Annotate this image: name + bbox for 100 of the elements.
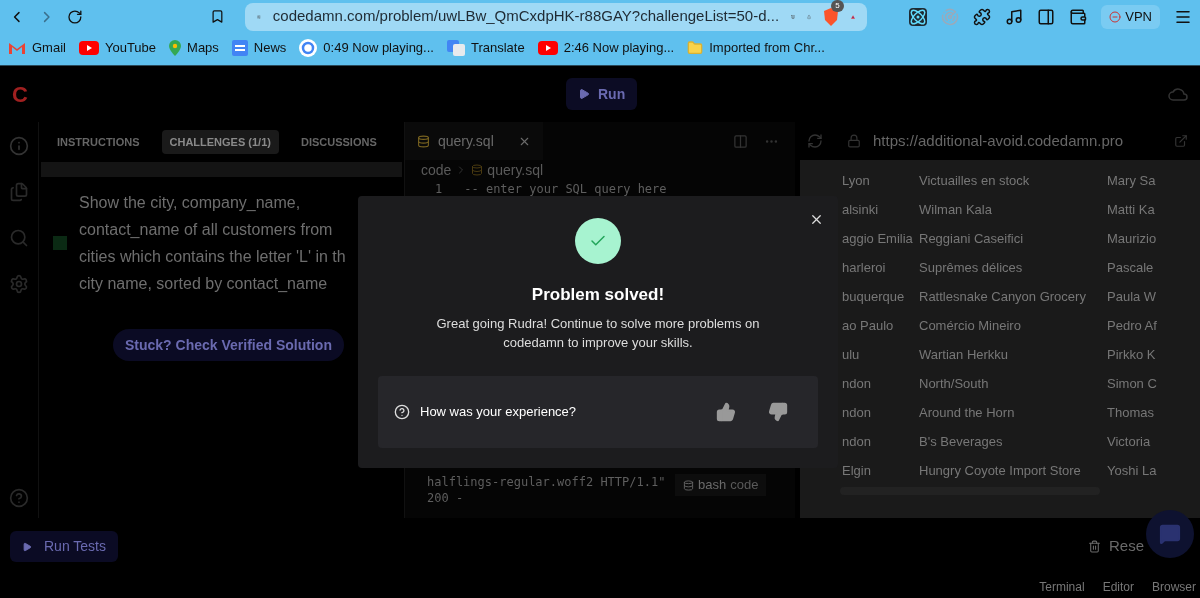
refresh-icon[interactable] [807,133,823,149]
play-icon [22,541,32,552]
table-cell-text: Simon C [1107,374,1157,393]
open-external-icon[interactable] [1174,134,1188,148]
dialog-message: Great going Rudra! Continue to solve more problems on codedamn to improve your skills. [435,314,761,352]
bookmark-item[interactable]: 2:46 Now playing... [537,37,675,58]
footer-tab[interactable]: Browser [1152,577,1196,596]
table-cell-text: Paula W [1107,287,1157,306]
table-cell-text: Yoshi La [1107,461,1157,480]
sidebar-icon[interactable] [1037,7,1056,26]
search-icon[interactable] [9,228,29,248]
table-cell: ndon [842,375,871,391]
help-icon[interactable] [9,488,29,508]
file-tab[interactable]: query.sql [405,122,543,160]
thumbs-up-icon[interactable] [716,401,736,422]
trash-icon [1087,540,1101,553]
cloud-icon[interactable] [1168,87,1188,101]
panel-tab[interactable]: CHALLENGES (1/1) [161,129,279,155]
bookmark-item[interactable]: Maps [169,37,219,58]
help-icon [394,403,410,420]
table-cell: aggio Emilia [842,230,913,246]
bookmark-item[interactable]: Translate [446,37,525,58]
block-icon [1109,10,1122,23]
code-line: -- enter your SQL query here [464,181,667,198]
atom-icon[interactable] [909,7,928,26]
table-cell: Hungry Coyote Import Store [919,462,1081,478]
wallet-icon[interactable] [1069,7,1088,26]
bookmark-item[interactable]: Gmail [8,37,66,58]
bookmark-item[interactable]: 0:49 Now playing... [299,37,434,58]
folder-label: code [730,476,759,495]
logo: C [12,80,29,109]
dialog-title: Problem solved! [531,284,665,306]
folder-icon [687,39,704,56]
footer-tab[interactable]: Editor [1102,577,1134,596]
table-cell: Lyon [842,172,870,188]
address-bar[interactable]: codedamn.com/problem/uwLBw_QmCxdpHK-r88GAY?challengeList=50-d... 5 [245,2,868,31]
table-cell: Victuailles en stock [919,172,1030,188]
table-cell: Comércio Mineiro [919,317,1021,333]
chat-icon [1159,523,1181,545]
success-check-icon [575,218,621,264]
table-cell: Wartian Herkku [919,346,1009,362]
terminal-line: halflings-regular.woff2 HTTP/1.1" [427,474,667,490]
panel-tab[interactable]: DISCUSSIONS [292,129,385,155]
table-cell: alsinki [842,201,879,217]
reset-button[interactable]: Rese [1087,535,1144,558]
database-icon [471,164,484,176]
url-text: codedamn.com/problem/uwLBw_QmCxdpHK-r88GAY?challengeList=50-d... [272,6,780,27]
shell-tab[interactable]: bash code [675,474,767,496]
table-cell: ao Paulo [842,317,894,333]
table-cell: Rattlesnake Canyon Grocery [919,288,1086,304]
files-icon[interactable] [9,182,29,202]
table-cell: Reggiani Caseifici [919,230,1024,246]
music-icon[interactable] [1005,7,1024,26]
database-icon [417,134,430,148]
run-tests-button[interactable]: Run Tests [10,531,118,562]
table-cell: Suprêmes délices [919,259,1023,275]
footer-tab[interactable]: Terminal [1039,577,1085,596]
table-cell-text: Pedro Af [1107,316,1157,335]
puzzle-icon[interactable] [973,7,992,26]
bookmark-item[interactable]: Imported from Chr... [687,37,825,58]
close-icon[interactable] [809,212,824,227]
news-icon [231,39,248,56]
table-cell: ndon [842,433,871,449]
panel-tab[interactable]: INSTRUCTIONS [49,129,148,155]
table-cell-text: Maurizio [1107,229,1157,248]
instruction-text: contact_name of all customers from [79,220,334,240]
info-icon[interactable] [9,136,29,156]
shell-label: bash [698,476,727,495]
table-cell: Wilman Kala [919,201,992,217]
split-icon[interactable] [733,133,748,149]
vpn-button[interactable]: VPN [1101,4,1160,29]
bookmark-item[interactable]: News [231,37,287,58]
chat-button[interactable] [1146,510,1194,558]
bookmark-item[interactable]: YouTube [78,37,157,58]
table-cell: Around the Horn [919,404,1015,420]
settings-icon[interactable] [9,274,29,294]
run-button[interactable]: Run [566,78,638,110]
radar-icon[interactable] [941,7,960,26]
table-cell: Elgin [842,462,871,478]
reload-icon[interactable] [67,7,83,26]
lock-icon [847,134,861,148]
table-cell: harleroi [842,259,886,275]
table-cell-text: Matti Ka [1107,200,1155,219]
table-cell: B's Beverages [919,433,1003,449]
line-number: 1 [435,181,443,198]
play-icon [78,40,99,55]
preview-url: https://additional-avoid.codedamn.pro [873,130,1124,151]
thumbs-down-icon[interactable] [768,401,788,422]
shell-icon [683,479,694,491]
table-cell-text: Victoria [1107,432,1151,451]
breadcrumb-item[interactable]: code [421,159,452,181]
shield-icon[interactable] [823,7,840,26]
mail-icon [8,40,26,55]
table-cell: ulu [842,346,860,362]
table-cell: North/South [919,375,989,391]
solution-button[interactable]: Stuck? Check Verified Solution [113,329,344,361]
breadcrumb-item[interactable]: query.sql [487,159,544,181]
table-cell-text: Pirkko K [1107,345,1156,364]
instruction-text: city name, sorted by contact_name [79,274,329,294]
map-pin-icon [169,39,182,56]
